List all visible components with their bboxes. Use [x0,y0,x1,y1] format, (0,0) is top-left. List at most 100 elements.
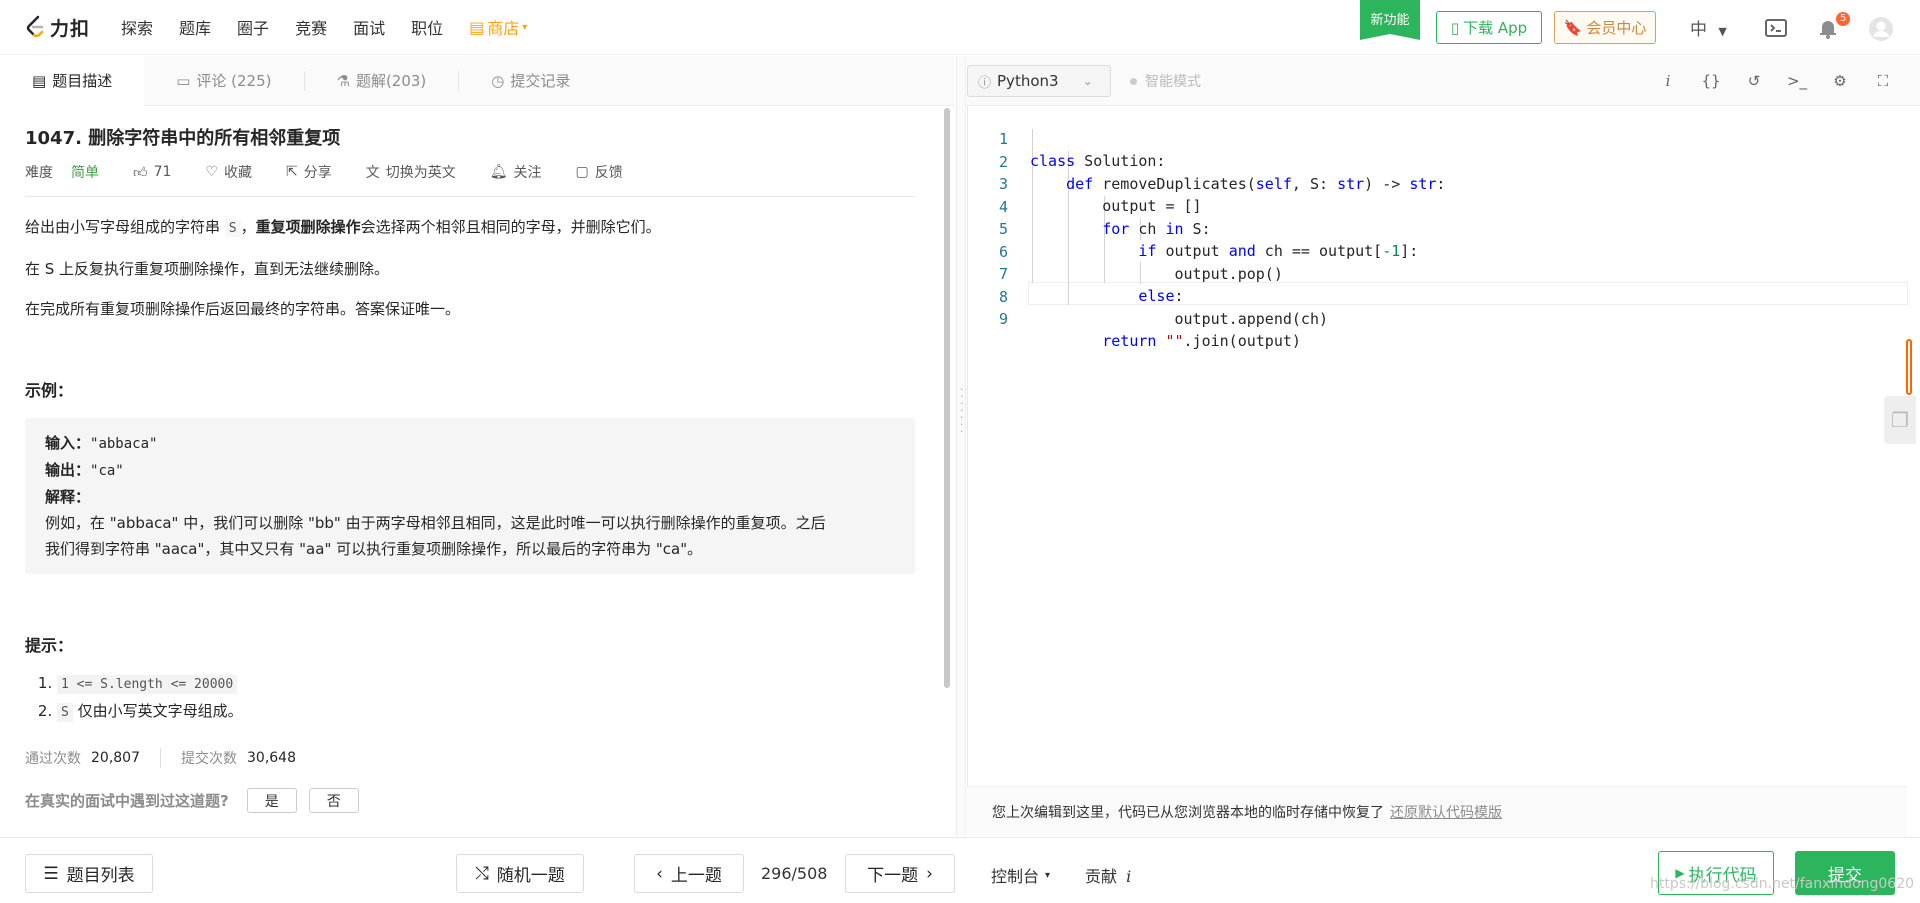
tab-label: 提交记录 [510,72,571,90]
info-italic-icon[interactable]: i [1657,70,1679,92]
nav-circle[interactable]: 圈子 [237,15,269,39]
random-problem-button[interactable]: ⤭ 随机一题 [456,854,584,893]
favorite-button[interactable]: ♡ 收藏 [205,162,252,182]
page-indicator: 296/508 [761,864,828,883]
follow-button[interactable]: 🔔︎ 关注 [490,162,542,182]
clipboard-icon[interactable]: ❐ [1884,396,1916,444]
language-select[interactable]: ⓘ Python3 ⌄ [967,65,1111,97]
tab-label: 题目描述 [52,72,113,90]
problem-list-button[interactable]: ☰ 题目列表 [25,854,153,893]
settings-icon[interactable]: ⚙ [1829,70,1851,92]
feedback-icon: ▢ [575,164,589,180]
editor-scrollbar-thumb[interactable] [1906,339,1912,395]
nav-explore[interactable]: 探索 [121,15,153,39]
description-icon: ▤ [32,71,47,90]
desc-text: 会选择两个相邻且相同的字母，并删除它们。 [360,218,661,236]
hint-item: S 仅由小写英文字母组成。 [57,698,915,726]
desc-text: 给出由小写字母组成的字符串 [25,218,225,236]
difficulty-label: 难度 [25,165,53,181]
example-explain-label: 解释： [45,484,895,510]
list-icon: ☰ [43,863,59,884]
left-scrollbar[interactable] [944,108,950,688]
console-label: 控制台 [991,867,1040,886]
code-editor[interactable]: 1 class Solution: 2 def removeDuplicates… [967,106,1916,786]
nav-jobs[interactable]: 职位 [411,15,443,39]
accepted-label: 通过次数 [25,751,81,767]
tab-submissions[interactable]: ◷ 提交记录 [459,56,602,106]
problem-stats: 通过次数 20,807 提交次数 30,648 [25,748,915,768]
follow-label: 关注 [513,165,542,181]
problem-panel: ▤ 题目描述 ▭ 评论 (225) ⚗ 题解(203) ◷ 提交记录 1047.… [0,55,955,836]
caret-down-icon: ▾ [522,21,528,33]
fullscreen-icon[interactable]: ⛶ [1872,70,1894,92]
no-button[interactable]: 否 [308,788,359,813]
restore-notice: 您上次编辑到这里，代码已从您浏览器本地的临时存储中恢复了 还原默认代码模版 [967,786,1907,836]
example-explain-line: 我们得到字符串 "aaca"，其中又只有 "aa" 可以执行重复项删除操作，所以… [45,540,703,558]
smart-mode-toggle[interactable]: 智能模式 [1130,71,1201,91]
nav-problemset[interactable]: 题库 [179,15,211,39]
language-select-value: Python3 [997,72,1059,90]
like-count: 71 [153,164,172,180]
caret-down-icon: ▼ [1718,25,1727,38]
tab-label: 评论 (225) [196,72,272,90]
tab-comments[interactable]: ▭ 评论 (225) [144,56,303,106]
phone-icon: ▯ [1450,18,1460,37]
example-output: 输出："ca" [45,457,895,484]
favorite-label: 收藏 [224,165,253,181]
leetcode-logo[interactable]: 力扣 [24,14,90,41]
feedback-button[interactable]: ▢ 反馈 [576,162,623,182]
tab-description[interactable]: ▤ 题目描述 [0,55,145,106]
submissions-label: 提交次数 [181,751,237,767]
tab-solutions[interactable]: ⚗ 题解(203) [305,56,459,106]
shuffle-icon: ⤭ [475,863,489,884]
description-paragraph: 给出由小写字母组成的字符串 S ，重复项删除操作会选择两个相邻且相同的字母，并删除… [25,217,915,239]
share-button[interactable]: ⇱ 分享 [286,162,332,182]
reset-icon[interactable]: ↺ [1743,70,1765,92]
nav-interview[interactable]: 面试 [353,15,385,39]
editor-panel: ⓘ Python3 ⌄ 智能模式 i {} ↺ >_ ⚙ ⛶ 1 class S… [967,56,1920,836]
contribute-button[interactable]: 贡献 i [1085,863,1131,887]
playground-icon[interactable] [1764,16,1788,40]
like-button[interactable]: 👍︎ 71 [133,164,171,181]
input-label: 输入： [45,434,91,452]
braces-icon[interactable]: {} [1700,70,1722,92]
next-problem-button[interactable]: 下一题 › [845,854,955,893]
problem-content: 1047. 删除字符串中的所有相邻重复项 难度 简单 👍︎ 71 ♡ 收藏 ⇱ … [25,124,915,813]
terminal-icon[interactable]: >_ [1786,70,1808,92]
info-icon: ⓘ [978,75,992,91]
store-label: 商店 [487,19,520,38]
chevron-right-icon: › [926,863,933,884]
store-icon: ▤ [469,17,485,37]
example-input: 输入："abbaca" [45,430,895,457]
restore-default-link[interactable]: 还原默认代码模版 [1390,802,1502,822]
desc-text: ， [240,218,256,236]
nav-contest[interactable]: 竞赛 [295,15,327,39]
code-text: return "".join(output) [1102,332,1301,350]
code-line: 7 else: [968,241,1908,305]
problem-tabs: ▤ 题目描述 ▭ 评论 (225) ⚗ 题解(203) ◷ 提交记录 [0,55,955,106]
yes-button[interactable]: 是 [246,788,297,813]
download-app-button[interactable]: ▯ 下载 App [1436,11,1542,44]
interview-question: 在真实的面试中遇到过这道题? 是 否 [25,788,915,813]
prev-problem-button[interactable]: ‹ 上一题 [634,854,744,893]
brand-name: 力扣 [50,17,91,40]
bottom-bar: ☰ 题目列表 ⤭ 随机一题 ‹ 上一题 296/508 下一题 › 控制台 ▾ … [0,837,1920,903]
description-paragraph: 在 S 上反复执行重复项删除操作，直到无法继续删除。 [25,260,390,278]
nav-store[interactable]: ▤ 商店 ▾ [469,15,527,39]
panel-splitter[interactable]: · · · · · · · [956,56,966,836]
input-value: "abbaca" [90,436,158,452]
language-switch[interactable]: 中 ▼ [1690,15,1727,40]
code-line: 6 output.pop() [968,219,1908,283]
switch-language-button[interactable]: 文 切换为英文 [366,162,456,182]
example-heading: 示例： [25,381,74,400]
language-label: 中 [1690,20,1707,40]
problem-list-label: 题目列表 [66,866,135,886]
vip-center-button[interactable]: 🔖 会员中心 [1554,11,1656,44]
desc-bold: 重复项删除操作 [255,218,361,236]
console-toggle[interactable]: 控制台 ▾ [991,863,1050,887]
new-feature-ribbon[interactable]: 新功能 [1360,0,1420,40]
hint-text: 仅由小写英文字母组成。 [72,702,243,720]
avatar-icon[interactable] [1868,16,1893,41]
chevron-down-icon: ⌄ [1082,74,1093,88]
code-line: 8 output.append(ch) [968,264,1908,328]
